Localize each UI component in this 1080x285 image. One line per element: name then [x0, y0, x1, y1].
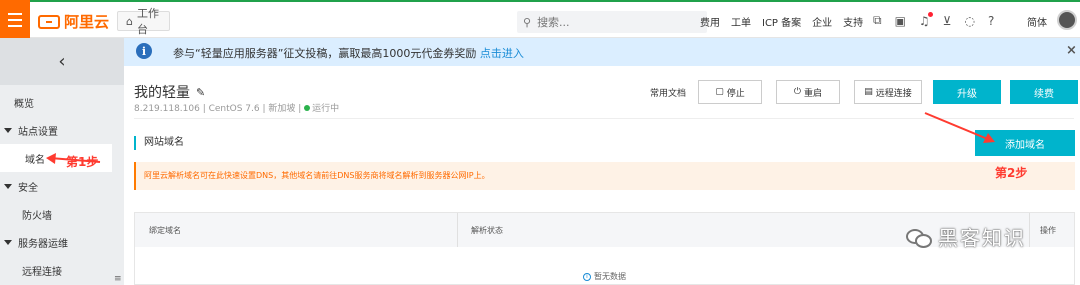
- sidebar: ‹ 概览 站点设置 域名 安全 防火墙 服务器运维 远程连接 ≡: [0, 38, 124, 285]
- sidebar-group-security[interactable]: 安全: [0, 172, 112, 200]
- restart-label: 重启: [804, 88, 823, 99]
- top-navigation-bar: 阿里云 ⌂ 工作台 ⚲ 费用 工单 ICP 备案 企业 支持 ⧉ ▣ ♫ ⊻ ◌…: [0, 0, 1080, 40]
- sidebar-item-label: 安全: [18, 182, 38, 194]
- nav-enterprise[interactable]: 企业: [812, 14, 832, 29]
- announcement-text: 参与“轻量应用服务器”征文投稿，赢取最高1000元代金券奖励 点击进入: [173, 45, 524, 61]
- sidebar-item-label: 概览: [14, 98, 34, 110]
- sidebar-collapse-button[interactable]: ‹: [0, 38, 124, 85]
- cart-icon[interactable]: ⊻: [943, 14, 952, 28]
- sidebar-item-label: 防火墙: [22, 210, 52, 222]
- caret-down-icon: [4, 183, 12, 189]
- power-icon: ⏻: [793, 87, 802, 97]
- sidebar-item-label: 域名: [25, 154, 45, 166]
- nav-support[interactable]: 支持: [843, 14, 863, 29]
- home-icon: ⌂: [126, 14, 133, 28]
- sidebar-item-label: 服务器运维: [18, 238, 68, 250]
- renew-button[interactable]: 续费: [1010, 80, 1078, 104]
- logo-text: 阿里云: [64, 13, 110, 31]
- user-avatar[interactable]: [1057, 10, 1077, 30]
- hamburger-menu-button[interactable]: [0, 0, 30, 40]
- aliyun-logo-icon: [38, 14, 60, 29]
- top-nav-links: 费用 工单 ICP 备案 企业 支持: [700, 14, 863, 29]
- info-circle-icon: i: [583, 272, 591, 281]
- step2-label: 第2步: [995, 166, 1028, 180]
- dns-warning-bar: 阿里云解析域名可在此快速设置DNS，其他域名请前往DNS服务商将域名解析到服务器…: [134, 162, 1075, 190]
- add-domain-button[interactable]: 添加域名: [975, 130, 1075, 156]
- bell-icon[interactable]: ♫: [919, 11, 933, 28]
- nav-ticket[interactable]: 工单: [731, 14, 751, 29]
- aliyun-logo[interactable]: 阿里云: [38, 11, 109, 32]
- column-divider: [1029, 213, 1030, 247]
- upgrade-button[interactable]: 升级: [933, 80, 1001, 104]
- empty-text: 暂无数据: [594, 272, 626, 281]
- watermark-text: 黑客知识: [938, 226, 1026, 250]
- instance-name: 我的轻量: [134, 85, 190, 101]
- instance-status: 运行中: [312, 104, 340, 114]
- terminal-icon: ▤: [864, 87, 873, 97]
- caret-down-icon: [4, 127, 12, 133]
- terminal-icon[interactable]: ▣: [895, 14, 906, 28]
- chevron-left-icon: ‹: [58, 51, 66, 72]
- column-header: 绑定域名: [149, 226, 181, 235]
- search-box[interactable]: ⚲: [517, 11, 707, 33]
- help-icon[interactable]: ?: [988, 14, 994, 28]
- column-divider: [457, 213, 458, 247]
- caret-down-icon: [4, 239, 12, 245]
- language-switch[interactable]: 简体: [1027, 14, 1047, 29]
- announcement-link[interactable]: 点击进入: [480, 47, 524, 60]
- instance-meta-text: 8.219.118.106 | CentOS 7.6 | 新加坡 |: [134, 104, 305, 114]
- sidebar-item-overview[interactable]: 概览: [0, 88, 112, 116]
- edit-icon[interactable]: ✎: [196, 86, 205, 99]
- sidebar-item-label: 远程连接: [22, 266, 62, 278]
- sidebar-item-remote-connect[interactable]: 远程连接: [0, 256, 112, 284]
- workbench-button[interactable]: ⌂ 工作台: [117, 7, 170, 36]
- menu-lines-icon[interactable]: ≡: [114, 274, 122, 284]
- main-content: 我的轻量 ✎ 8.219.118.106 | CentOS 7.6 | 新加坡 …: [124, 66, 1080, 285]
- docs-link[interactable]: 常用文档: [650, 86, 686, 99]
- search-icon: ⚲: [523, 15, 532, 29]
- instance-meta: 8.219.118.106 | CentOS 7.6 | 新加坡 | 运行中: [134, 101, 339, 114]
- status-dot: [304, 105, 311, 111]
- announcement-banner: i 参与“轻量应用服务器”征文投稿，赢取最高1000元代金券奖励 点击进入 ×: [124, 38, 1080, 66]
- column-header: 操作: [1040, 226, 1056, 235]
- wechat-icon: [906, 227, 932, 248]
- announcement-message: 参与“轻量应用服务器”征文投稿，赢取最高1000元代金券奖励: [173, 47, 480, 60]
- sidebar-group-site-settings[interactable]: 站点设置: [0, 116, 112, 144]
- stop-label: 停止: [726, 88, 745, 99]
- divider: [134, 118, 1074, 119]
- column-header: 解析状态: [471, 226, 503, 235]
- search-input[interactable]: [537, 15, 688, 29]
- instance-title: 我的轻量 ✎: [134, 82, 205, 102]
- close-icon[interactable]: ×: [1066, 43, 1077, 58]
- sidebar-item-label: 站点设置: [18, 126, 58, 138]
- top-icon-group: ⧉ ▣ ♫ ⊻ ◌ ?: [873, 11, 994, 28]
- sidebar-group-server-ops[interactable]: 服务器运维: [0, 228, 112, 256]
- stop-button[interactable]: ▢ 停止: [698, 80, 762, 104]
- watermark: 黑客知识: [906, 222, 1026, 251]
- bulb-icon[interactable]: ◌: [964, 14, 974, 28]
- nav-icp[interactable]: ICP 备案: [762, 14, 801, 29]
- stop-icon: ▢: [715, 87, 724, 97]
- info-icon: i: [136, 43, 152, 59]
- workbench-label: 工作台: [136, 7, 159, 36]
- app-icon[interactable]: ⧉: [873, 13, 882, 28]
- remote-label: 远程连接: [875, 88, 912, 99]
- remote-connect-button[interactable]: ▤ 远程连接: [854, 80, 922, 104]
- nav-billing[interactable]: 费用: [700, 14, 720, 29]
- step1-label: 第1步: [66, 155, 99, 169]
- section-title: 网站域名: [134, 136, 184, 150]
- sidebar-item-firewall[interactable]: 防火墙: [0, 200, 112, 228]
- empty-state: i 暂无数据: [583, 271, 626, 282]
- restart-button[interactable]: ⏻ 重启: [776, 80, 840, 104]
